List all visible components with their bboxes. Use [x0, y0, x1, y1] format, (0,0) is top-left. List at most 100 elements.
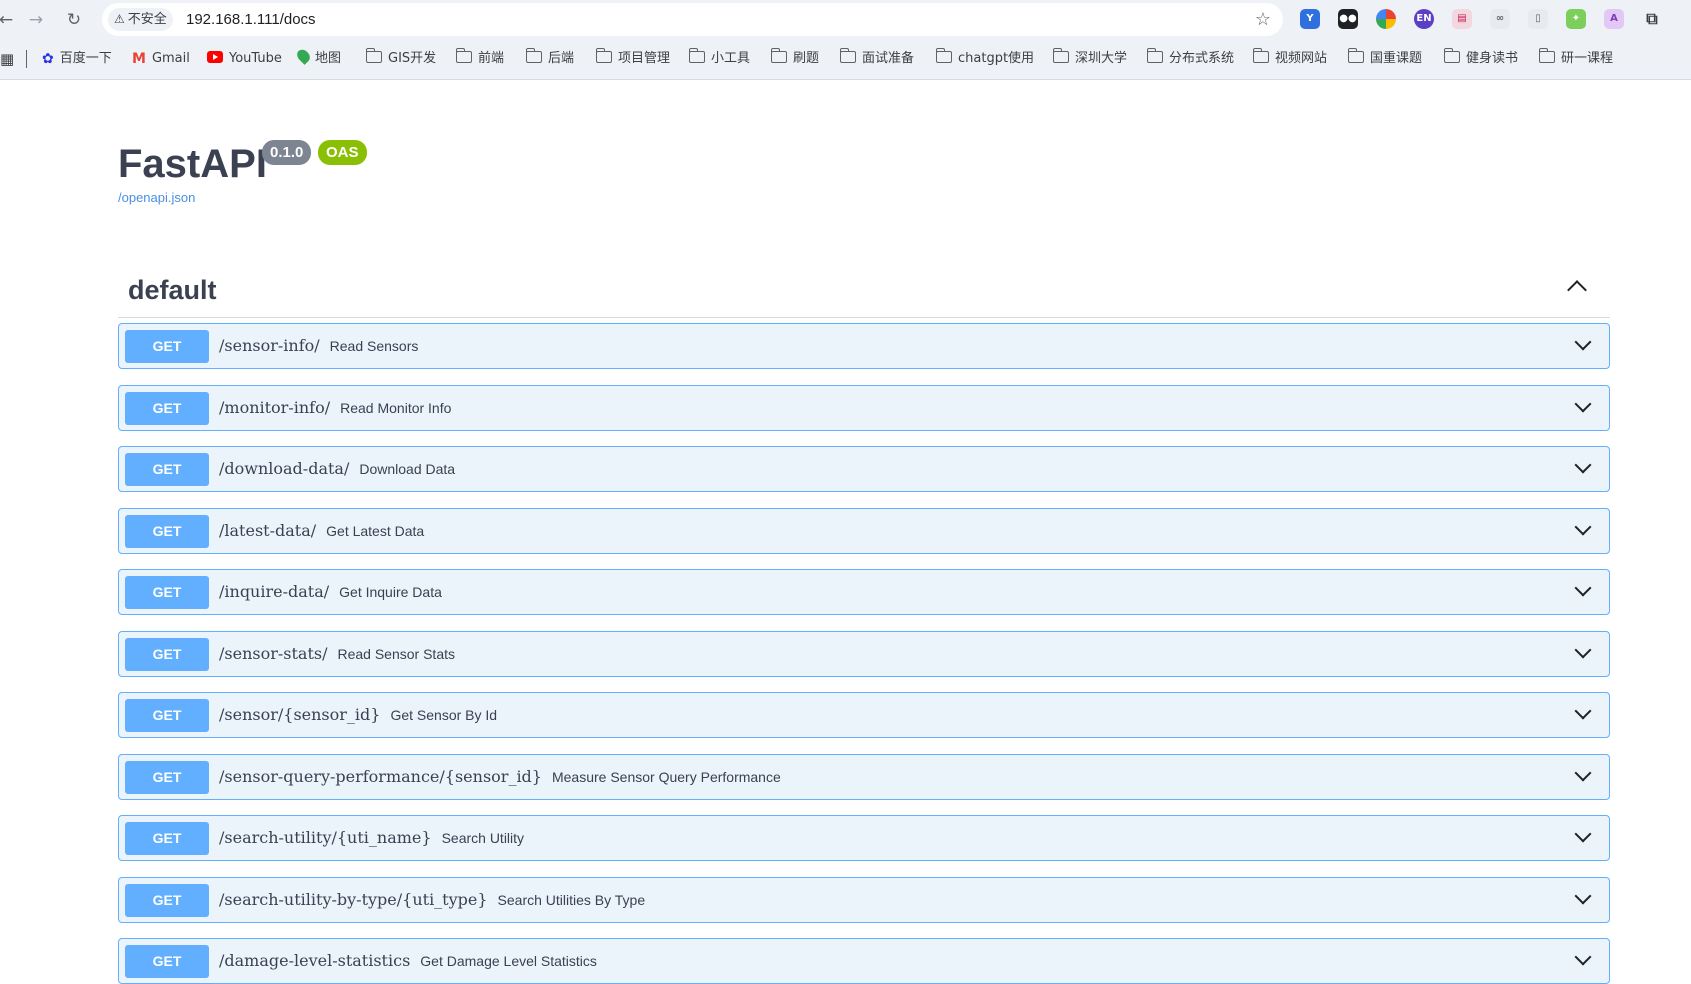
- bookmark-item[interactable]: chatgpt使用: [935, 44, 1034, 74]
- extension-y-icon[interactable]: Y: [1300, 9, 1320, 29]
- extension-en-icon[interactable]: EN: [1414, 9, 1434, 29]
- path-text: /monitor-info/: [219, 397, 331, 417]
- chevron-down-icon[interactable]: [1574, 764, 1592, 781]
- operation-row[interactable]: GET/damage-level-statistics Get Damage Le…: [118, 938, 1610, 984]
- operation-summary: Get Latest Data: [326, 522, 425, 539]
- operation-row[interactable]: GET/search-utility-by-type/{uti_type} Sea…: [118, 876, 1610, 923]
- back-icon[interactable]: ←: [0, 8, 18, 32]
- bookmark-star-icon[interactable]: ☆: [1255, 3, 1271, 36]
- path-text: /sensor-info/: [219, 336, 320, 355]
- chevron-down-icon[interactable]: [1574, 518, 1592, 535]
- reload-icon[interactable]: ↻: [62, 8, 86, 32]
- chevron-down-icon[interactable]: [1574, 887, 1592, 904]
- operation-path: /search-utility/{uti_name} Search Utility: [219, 816, 524, 860]
- bookmark-label: 分布式系统: [1169, 51, 1235, 66]
- folder-icon: [935, 48, 952, 63]
- extension-pdf-icon[interactable]: ▤: [1452, 9, 1472, 29]
- extension-doc-icon[interactable]: ▯: [1528, 9, 1548, 29]
- openapi-json-link[interactable]: /openapi.json: [118, 190, 195, 205]
- operation-row[interactable]: GET/inquire-data/Get Inquire Data: [118, 569, 1610, 615]
- bookmark-item[interactable]: 后端: [525, 44, 574, 74]
- chevron-up-icon[interactable]: [1567, 280, 1587, 300]
- chevron-down-icon[interactable]: [1574, 948, 1592, 966]
- url-text[interactable]: 192.168.1.111/docs: [186, 3, 316, 36]
- operation-path: /download-data/Download Data: [219, 447, 455, 491]
- method-badge: GET: [125, 637, 209, 671]
- extension-leaf-icon[interactable]: ✦: [1566, 9, 1586, 29]
- bookmark-item[interactable]: GIS开发: [365, 44, 436, 74]
- folder-icon: [1347, 48, 1364, 63]
- bookmark-item[interactable]: 地图: [294, 44, 342, 74]
- bookmark-label: 项目管理: [618, 51, 671, 66]
- bookmark-item[interactable]: 视频网站: [1252, 44, 1327, 74]
- bookmark-item[interactable]: 分布式系统: [1146, 44, 1235, 74]
- forward-icon[interactable]: →: [24, 8, 48, 32]
- extension-link-icon[interactable]: ∞: [1490, 9, 1510, 29]
- youtube-icon: [207, 51, 223, 63]
- operation-path: /inquire-data/Get Inquire Data: [219, 570, 442, 614]
- bookmark-label: 刷题: [793, 51, 820, 66]
- section-header[interactable]: default: [118, 265, 1610, 318]
- apps-grid-icon[interactable]: ▦: [0, 44, 14, 74]
- chevron-down-icon[interactable]: [1574, 825, 1592, 843]
- operation-summary: Search Utility: [441, 830, 525, 846]
- path-text: /search-utility/{uti_name}: [219, 828, 432, 847]
- operation-summary: Search Utilities By Type: [497, 891, 646, 908]
- bookmark-item[interactable]: 深圳大学: [1052, 44, 1127, 74]
- bookmark-item[interactable]: 面试准备: [839, 44, 915, 74]
- bookmark-item[interactable]: 国重课题: [1347, 44, 1423, 74]
- bookmark-label: 面试准备: [862, 51, 915, 66]
- folder-icon: [1146, 48, 1163, 63]
- bookmark-label: 健身读书: [1466, 51, 1519, 66]
- extensions-puzzle-icon[interactable]: ⧉: [1642, 9, 1662, 29]
- extension-translate-icon[interactable]: A: [1604, 9, 1624, 29]
- operation-row[interactable]: GET/download-data/Download Data: [118, 446, 1610, 492]
- operation-summary: Read Sensor Stats: [337, 645, 455, 662]
- operation-row[interactable]: GET/sensor-stats/Read Sensor Stats: [118, 630, 1610, 677]
- path-text: /sensor/{sensor_id}: [219, 705, 381, 724]
- operation-row[interactable]: GET/sensor-query-performance/{sensor_id}…: [118, 753, 1610, 800]
- folder-icon: [1052, 48, 1069, 63]
- bookmark-item[interactable]: 小工具: [688, 44, 750, 74]
- folder-icon: [525, 48, 542, 63]
- bookmark-label: 地图: [315, 51, 342, 66]
- bookmark-item[interactable]: ✿ 百度一下: [42, 44, 112, 74]
- bookmark-item[interactable]: 健身读书: [1443, 44, 1519, 74]
- operation-path: /latest-data/Get Latest Data: [219, 509, 424, 553]
- chevron-down-icon[interactable]: [1574, 333, 1592, 351]
- bookmark-item[interactable]: 研一课程: [1538, 44, 1613, 74]
- chevron-down-icon[interactable]: [1574, 456, 1592, 474]
- bookmark-item[interactable]: M Gmail: [132, 44, 190, 74]
- extension-chrome-icon[interactable]: [1376, 9, 1396, 29]
- path-text: /sensor-query-performance/{sensor_id}: [219, 766, 542, 786]
- chevron-down-icon[interactable]: [1574, 641, 1592, 658]
- security-chip[interactable]: ⚠ 不安全: [108, 8, 173, 31]
- chevron-down-icon[interactable]: [1574, 395, 1592, 412]
- section-title: default: [128, 275, 217, 305]
- bookmark-label: 前端: [478, 51, 505, 66]
- bookmark-item[interactable]: 前端: [455, 44, 505, 74]
- browser-chrome: ← → ↻ ⚠ 不安全 192.168.1.111/docs ☆ Y ●● EN …: [0, 0, 1691, 80]
- operation-summary: Measure Sensor Query Performance: [551, 768, 781, 785]
- bookmark-label: 国重课题: [1370, 51, 1423, 66]
- method-badge: GET: [125, 576, 209, 609]
- path-text: /latest-data/: [219, 520, 317, 540]
- bookmark-item[interactable]: 项目管理: [595, 44, 671, 74]
- operation-path: /monitor-info/Read Monitor Info: [219, 386, 451, 430]
- operation-row[interactable]: GET/sensor-info/Read Sensors: [118, 323, 1610, 369]
- operation-path: /sensor-query-performance/{sensor_id} Mea…: [219, 755, 781, 799]
- bookmark-item[interactable]: YouTube: [207, 44, 282, 74]
- folder-icon: [1252, 48, 1269, 63]
- operation-row[interactable]: GET/sensor/{sensor_id} Get Sensor By Id: [118, 692, 1610, 738]
- method-badge: GET: [125, 330, 209, 363]
- operation-row[interactable]: GET/search-utility/{uti_name} Search Util…: [118, 815, 1610, 861]
- folder-icon: [595, 48, 612, 63]
- extension-mask-icon[interactable]: ●●: [1338, 9, 1358, 29]
- operation-row[interactable]: GET/latest-data/Get Latest Data: [118, 507, 1610, 554]
- address-bar[interactable]: ⚠ 不安全 192.168.1.111/docs ☆: [102, 3, 1283, 36]
- chevron-down-icon[interactable]: [1574, 702, 1592, 720]
- bookmark-item[interactable]: 刷题: [770, 44, 820, 74]
- bookmarks-divider: [26, 50, 27, 68]
- chevron-down-icon[interactable]: [1574, 579, 1592, 597]
- operation-row[interactable]: GET/monitor-info/Read Monitor Info: [118, 384, 1610, 431]
